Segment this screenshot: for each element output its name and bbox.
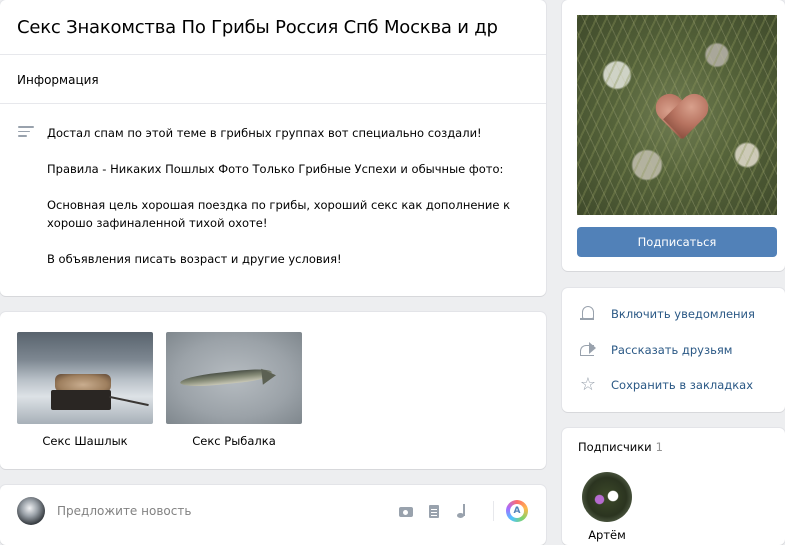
avatar[interactable] — [17, 497, 45, 525]
action-label: Сохранить в закладках — [611, 378, 754, 392]
suggest-post-card: Предложите новость A — [0, 485, 546, 545]
music-icon[interactable] — [454, 503, 470, 519]
description-line: Достал спам по этой теме в грибных групп… — [47, 126, 482, 140]
page-title: Секс Знакомства По Грибы Россия Спб Моск… — [17, 17, 498, 38]
divider — [0, 54, 546, 55]
album-thumbnail[interactable] — [17, 332, 153, 424]
description-line: В объявления писать возраст и другие усл… — [47, 252, 342, 266]
album-item[interactable]: Секс Шашлык — [17, 332, 153, 448]
album-thumbnail[interactable] — [166, 332, 302, 424]
action-label: Включить уведомления — [611, 307, 755, 321]
divider — [0, 103, 546, 104]
group-info-card: Секс Знакомства По Грибы Россия Спб Моск… — [0, 0, 546, 296]
divider — [493, 501, 494, 521]
suggest-post-input[interactable]: Предложите новость — [57, 504, 191, 518]
enable-notifications-button[interactable]: Включить уведомления — [578, 304, 755, 324]
group-description: Достал спам по этой теме в грибных групп… — [47, 124, 527, 286]
description-line: Правила - Никаких Пошлых Фото Только Гри… — [47, 162, 504, 176]
avatar[interactable] — [582, 472, 632, 522]
description-icon — [18, 126, 34, 138]
members-title[interactable]: Подписчики 1 — [578, 440, 663, 454]
members-card: Подписчики 1 Артём — [562, 428, 785, 545]
action-label: Рассказать друзьям — [611, 343, 733, 357]
bell-icon — [578, 304, 598, 324]
description-line: Основная цель хорошая поездка по грибы, … — [47, 198, 511, 230]
album-label[interactable]: Секс Шашлык — [17, 434, 153, 448]
bookmark-button[interactable]: ☆ Сохранить в закладках — [578, 375, 753, 395]
subscribe-button[interactable]: Подписаться — [577, 227, 777, 257]
author-icon[interactable]: A — [506, 500, 528, 522]
share-button[interactable]: Рассказать друзьям — [578, 340, 732, 360]
cover-card: Подписаться — [562, 0, 785, 271]
camera-icon[interactable] — [398, 503, 414, 519]
members-count: 1 — [655, 440, 663, 454]
album-item[interactable]: Секс Рыбалка — [166, 332, 302, 448]
albums-card: Секс Шашлык Секс Рыбалка — [0, 312, 546, 469]
cover-photo[interactable] — [577, 15, 777, 215]
album-label[interactable]: Секс Рыбалка — [166, 434, 302, 448]
share-icon — [578, 340, 598, 360]
post-attachments — [398, 503, 470, 519]
heart-stone — [655, 95, 707, 143]
info-tab[interactable]: Информация — [17, 73, 99, 87]
star-icon: ☆ — [579, 374, 597, 395]
actions-card: Включить уведомления Рассказать друзьям … — [562, 288, 785, 412]
video-icon[interactable] — [426, 503, 442, 519]
member-name[interactable]: Артём — [562, 528, 652, 542]
